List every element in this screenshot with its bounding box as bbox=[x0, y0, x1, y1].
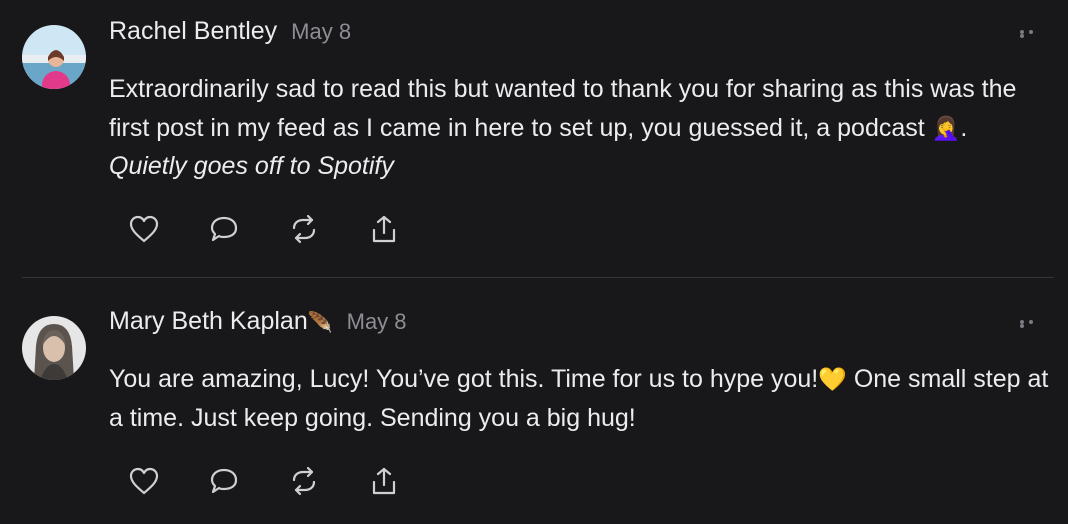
like-button[interactable] bbox=[126, 464, 162, 498]
heart-icon bbox=[129, 467, 159, 495]
comment-text: Extraordinarily sad to read this but wan… bbox=[109, 75, 1017, 142]
comment-date[interactable]: May 8 bbox=[347, 309, 407, 334]
share-button[interactable] bbox=[366, 464, 402, 498]
comment-author[interactable]: Mary Beth Kaplan🪶 May 8 bbox=[109, 307, 407, 336]
like-button[interactable] bbox=[126, 212, 162, 246]
reply-button[interactable] bbox=[206, 212, 242, 246]
restack-button[interactable] bbox=[286, 464, 322, 498]
comment-text: You are amazing, Lucy! You’ve got this. … bbox=[109, 365, 819, 393]
comment-body: You are amazing, Lucy! You’ve got this. … bbox=[109, 360, 1049, 437]
avatar[interactable] bbox=[22, 316, 86, 380]
reply-button[interactable] bbox=[206, 464, 242, 498]
restack-icon bbox=[292, 214, 316, 244]
comment-icon bbox=[210, 468, 238, 494]
more-icon[interactable] bbox=[1020, 320, 1046, 328]
comment-text-italic: Quietly goes off to Spotify bbox=[109, 152, 394, 180]
author-badge: 🪶 bbox=[307, 312, 333, 334]
comment-1: Rachel Bentley May 8 Extraordinarily sad … bbox=[0, 0, 1068, 277]
yellow-heart-emoji: 💛 bbox=[818, 366, 847, 392]
author-name[interactable]: Mary Beth Kaplan bbox=[109, 307, 308, 335]
more-icon[interactable] bbox=[1020, 30, 1046, 38]
comment-2: Mary Beth Kaplan🪶 May 8 You are amazing, … bbox=[0, 290, 1068, 524]
restack-button[interactable] bbox=[286, 212, 322, 246]
avatar[interactable] bbox=[22, 25, 86, 89]
heart-icon bbox=[129, 215, 159, 243]
comment-text-tail: . bbox=[960, 113, 968, 142]
comment-date[interactable]: May 8 bbox=[291, 19, 351, 44]
comment-body: Extraordinarily sad to read this but wan… bbox=[109, 70, 1049, 186]
share-icon bbox=[372, 215, 396, 243]
comment-icon bbox=[210, 216, 238, 242]
share-icon bbox=[372, 467, 396, 495]
restack-icon bbox=[292, 466, 316, 496]
facepalm-emoji: 🤦‍♀️ bbox=[931, 114, 961, 141]
share-button[interactable] bbox=[366, 212, 402, 246]
comment-author[interactable]: Rachel Bentley May 8 bbox=[109, 17, 351, 46]
author-name[interactable]: Rachel Bentley bbox=[109, 17, 277, 45]
comment-divider bbox=[22, 277, 1054, 278]
